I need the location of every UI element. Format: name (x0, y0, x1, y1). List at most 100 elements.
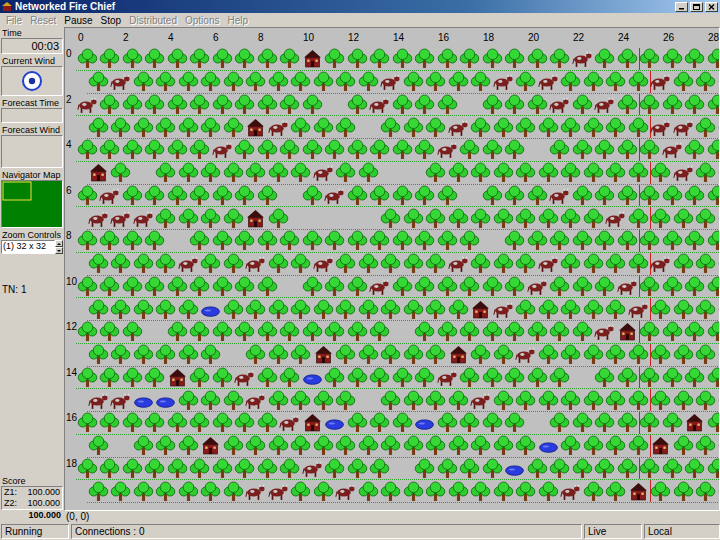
tree-cell[interactable] (582, 435, 605, 457)
tree-cell[interactable] (459, 276, 482, 298)
tree-cell[interactable] (672, 253, 695, 275)
tree-cell[interactable] (684, 276, 707, 298)
tree-cell[interactable] (346, 412, 369, 434)
tree-cell[interactable] (402, 344, 425, 366)
tree-cell[interactable] (594, 230, 617, 252)
tree-cell[interactable] (436, 185, 459, 207)
tree-cell[interactable] (110, 480, 133, 502)
tree-cell[interactable] (695, 253, 718, 275)
tree-cell[interactable] (144, 94, 167, 116)
tree-cell[interactable] (380, 116, 403, 138)
cow-cell[interactable] (99, 185, 122, 207)
tree-cell[interactable] (504, 94, 527, 116)
tree-cell[interactable] (560, 253, 583, 275)
tree-cell[interactable] (267, 389, 290, 411)
tree-cell[interactable] (324, 458, 347, 480)
cow-cell[interactable] (526, 276, 549, 298)
pond-cell[interactable] (132, 389, 155, 411)
tree-cell[interactable] (324, 276, 347, 298)
cow-cell[interactable] (650, 253, 673, 275)
tree-cell[interactable] (414, 94, 437, 116)
tree-cell[interactable] (166, 321, 189, 343)
tree-cell[interactable] (706, 321, 720, 343)
tree-cell[interactable] (290, 344, 313, 366)
tree-cell[interactable] (459, 321, 482, 343)
tree-cell[interactable] (717, 480, 720, 502)
tree-cell[interactable] (605, 298, 628, 320)
tree-cell[interactable] (380, 480, 403, 502)
tree-cell[interactable] (189, 458, 212, 480)
farm-cell[interactable] (312, 344, 335, 366)
tree-cell[interactable] (549, 412, 572, 434)
tree-cell[interactable] (650, 344, 673, 366)
tree-cell[interactable] (211, 94, 234, 116)
cow-cell[interactable] (245, 480, 268, 502)
cow-cell[interactable] (672, 162, 695, 184)
bare-cell[interactable] (166, 230, 189, 252)
tree-cell[interactable] (706, 230, 720, 252)
tree-cell[interactable] (526, 230, 549, 252)
tree-cell[interactable] (144, 276, 167, 298)
tree-cell[interactable] (357, 71, 380, 93)
tree-cell[interactable] (211, 321, 234, 343)
cow-cell[interactable] (380, 71, 403, 93)
tree-cell[interactable] (335, 253, 358, 275)
tree-cell[interactable] (76, 367, 99, 389)
tree-cell[interactable] (211, 458, 234, 480)
tree-cell[interactable] (481, 412, 504, 434)
tree-cell[interactable] (695, 207, 718, 229)
tree-cell[interactable] (222, 207, 245, 229)
cow-cell[interactable] (627, 298, 650, 320)
tree-cell[interactable] (200, 116, 223, 138)
tree-cell[interactable] (436, 458, 459, 480)
tree-cell[interactable] (267, 298, 290, 320)
tree-cell[interactable] (459, 458, 482, 480)
tree-cell[interactable] (121, 139, 144, 161)
tree-cell[interactable] (346, 230, 369, 252)
tree-cell[interactable] (211, 276, 234, 298)
tree-cell[interactable] (132, 435, 155, 457)
cow-cell[interactable] (560, 480, 583, 502)
tree-cell[interactable] (672, 344, 695, 366)
tree-cell[interactable] (414, 48, 437, 70)
tree-cell[interactable] (256, 321, 279, 343)
tree-cell[interactable] (684, 321, 707, 343)
tree-cell[interactable] (470, 480, 493, 502)
tree-cell[interactable] (650, 207, 673, 229)
tree-cell[interactable] (301, 94, 324, 116)
tree-cell[interactable] (121, 458, 144, 480)
farm-cell[interactable] (200, 435, 223, 457)
maximize-button[interactable] (690, 2, 703, 12)
tree-cell[interactable] (110, 253, 133, 275)
tree-cell[interactable] (414, 458, 437, 480)
tree-cell[interactable] (166, 412, 189, 434)
tree-cell[interactable] (222, 162, 245, 184)
tree-cell[interactable] (515, 207, 538, 229)
tree-cell[interactable] (369, 185, 392, 207)
tree-cell[interactable] (571, 185, 594, 207)
tree-cell[interactable] (346, 48, 369, 70)
tree-cell[interactable] (121, 230, 144, 252)
tree-cell[interactable] (695, 344, 718, 366)
tree-cell[interactable] (256, 48, 279, 70)
tree-cell[interactable] (605, 253, 628, 275)
tree-cell[interactable] (706, 139, 720, 161)
tree-cell[interactable] (436, 94, 459, 116)
tree-cell[interactable] (425, 207, 448, 229)
close-button[interactable] (705, 2, 718, 12)
tree-cell[interactable] (504, 367, 527, 389)
tree-cell[interactable] (335, 162, 358, 184)
tree-cell[interactable] (661, 185, 684, 207)
tree-cell[interactable] (717, 344, 720, 366)
tree-cell[interactable] (661, 94, 684, 116)
cow-cell[interactable] (492, 298, 515, 320)
tree-cell[interactable] (695, 298, 718, 320)
tree-cell[interactable] (335, 71, 358, 93)
tree-cell[interactable] (436, 48, 459, 70)
tree-cell[interactable] (402, 207, 425, 229)
tree-cell[interactable] (391, 412, 414, 434)
tree-cell[interactable] (627, 116, 650, 138)
tree-cell[interactable] (87, 480, 110, 502)
tree-cell[interactable] (267, 207, 290, 229)
cow-cell[interactable] (650, 71, 673, 93)
